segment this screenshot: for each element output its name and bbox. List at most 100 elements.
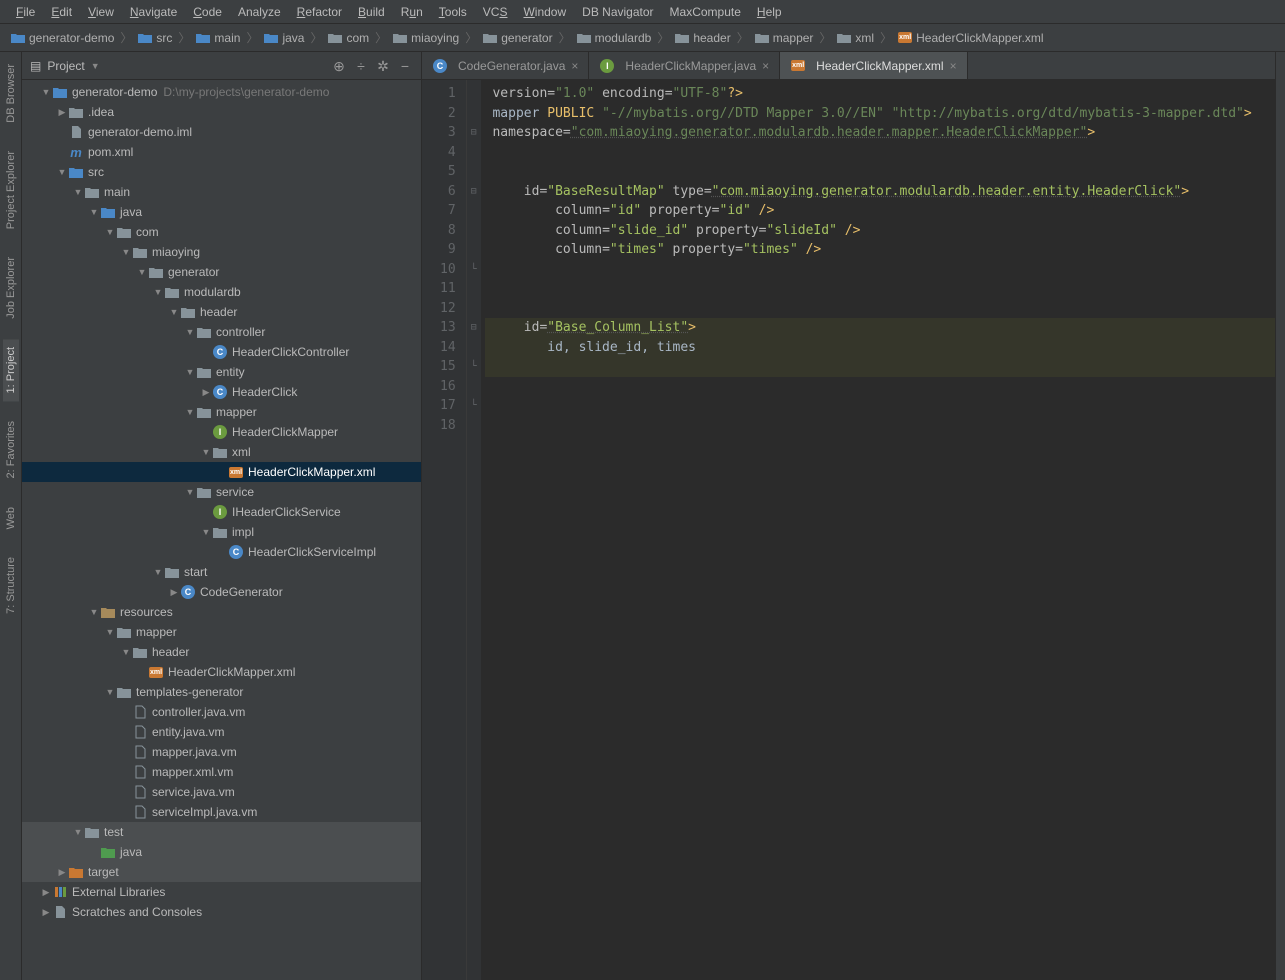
tree-item[interactable]: CHeaderClickServiceImpl	[22, 542, 421, 562]
tree-arrow-icon[interactable]: ▼	[200, 446, 212, 458]
tree-item[interactable]: ▼header	[22, 642, 421, 662]
tree-arrow-icon[interactable]: ▶	[200, 386, 212, 398]
tree-arrow-icon[interactable]	[120, 766, 132, 778]
breadcrumb-item[interactable]: xml	[834, 30, 877, 46]
tree-arrow-icon[interactable]	[120, 746, 132, 758]
code-line[interactable]: column="times" property="times" />	[485, 240, 1275, 260]
code-line[interactable]: id="BaseResultMap" type="com.miaoying.ge…	[485, 182, 1275, 202]
breadcrumb-item[interactable]: mapper	[752, 30, 817, 46]
tree-item[interactable]: entity.java.vm	[22, 722, 421, 742]
tree-item[interactable]: ▼generator	[22, 262, 421, 282]
tree-item[interactable]: ▶CCodeGenerator	[22, 582, 421, 602]
tree-item[interactable]: ▼mapper	[22, 622, 421, 642]
tree-item[interactable]: ▼resources	[22, 602, 421, 622]
menu-build[interactable]: Build	[350, 3, 393, 21]
tree-item[interactable]: CHeaderClickController	[22, 342, 421, 362]
tree-arrow-icon[interactable]: ▼	[184, 326, 196, 338]
tree-item[interactable]: IIHeaderClickService	[22, 502, 421, 522]
tree-item[interactable]: generator-demo.iml	[22, 122, 421, 142]
tree-arrow-icon[interactable]: ▶	[168, 586, 180, 598]
tree-arrow-icon[interactable]: ▼	[104, 626, 116, 638]
menu-db navigator[interactable]: DB Navigator	[574, 3, 661, 21]
tree-arrow-icon[interactable]: ▼	[200, 526, 212, 538]
tree-arrow-icon[interactable]: ▶	[40, 886, 52, 898]
code-line[interactable]: column="slide_id" property="slideId" />	[485, 221, 1275, 241]
close-icon[interactable]: ×	[762, 59, 769, 73]
tree-arrow-icon[interactable]: ▼	[136, 266, 148, 278]
project-tree[interactable]: ▼generator-demoD:\my-projects\generator-…	[22, 80, 421, 980]
tree-item[interactable]: ▶.idea	[22, 102, 421, 122]
tree-item[interactable]: ▶Scratches and Consoles	[22, 902, 421, 922]
code-line[interactable]: id, slide_id, times	[485, 338, 1275, 358]
tree-item[interactable]: ▼modulardb	[22, 282, 421, 302]
tree-arrow-icon[interactable]: ▼	[88, 206, 100, 218]
menu-analyze[interactable]: Analyze	[230, 3, 289, 21]
tree-arrow-icon[interactable]: ▼	[152, 286, 164, 298]
fold-gutter[interactable]: ⊟⊟└⊟└└	[467, 80, 481, 980]
code-line[interactable]	[485, 377, 1275, 397]
editor-tab[interactable]: IHeaderClickMapper.java×	[589, 52, 780, 79]
tool-window-job-explorer[interactable]: Job Explorer	[3, 249, 19, 327]
project-panel-title[interactable]: Project	[47, 59, 84, 73]
tree-arrow-icon[interactable]: ▼	[152, 566, 164, 578]
tree-item[interactable]: ▼start	[22, 562, 421, 582]
breadcrumb-item[interactable]: generator-demo	[8, 30, 117, 46]
close-icon[interactable]: ×	[571, 59, 578, 73]
tree-arrow-icon[interactable]	[120, 726, 132, 738]
code-line[interactable]: version="1.0" encoding="UTF-8"?>	[485, 84, 1275, 104]
tree-item[interactable]: ▼templates-generator	[22, 682, 421, 702]
editor-tab[interactable]: CCodeGenerator.java×	[422, 52, 589, 79]
tree-arrow-icon[interactable]: ▼	[184, 366, 196, 378]
code-line[interactable]: column="id" property="id" />	[485, 201, 1275, 221]
panel-tool[interactable]: ÷	[353, 58, 369, 74]
breadcrumb-item[interactable]: generator	[480, 30, 555, 46]
tree-item[interactable]: xmlHeaderClickMapper.xml	[22, 662, 421, 682]
code-line[interactable]	[485, 396, 1275, 416]
tree-item[interactable]: ▼xml	[22, 442, 421, 462]
menu-vcs[interactable]: VCS	[475, 3, 516, 21]
tree-item[interactable]: ▶CHeaderClick	[22, 382, 421, 402]
tree-arrow-icon[interactable]	[120, 706, 132, 718]
tree-arrow-icon[interactable]	[216, 466, 228, 478]
tree-arrow-icon[interactable]	[56, 126, 68, 138]
breadcrumb-item[interactable]: main	[193, 30, 243, 46]
code-line[interactable]	[485, 279, 1275, 299]
tree-arrow-icon[interactable]	[56, 146, 68, 158]
breadcrumb-item[interactable]: miaoying	[390, 30, 462, 46]
tree-arrow-icon[interactable]	[88, 846, 100, 858]
code-line[interactable]: mapper PUBLIC "-//mybatis.org//DTD Mappe…	[485, 104, 1275, 124]
tree-arrow-icon[interactable]	[120, 806, 132, 818]
tree-item[interactable]: ▼mapper	[22, 402, 421, 422]
menu-run[interactable]: Run	[393, 3, 431, 21]
code-editor[interactable]: version="1.0" encoding="UTF-8"?> mapper …	[481, 80, 1275, 980]
tool-window-web[interactable]: Web	[3, 499, 19, 537]
tree-item[interactable]: ▶External Libraries	[22, 882, 421, 902]
tree-arrow-icon[interactable]: ▶	[56, 866, 68, 878]
tree-arrow-icon[interactable]: ▶	[56, 106, 68, 118]
tree-item[interactable]: ▼src	[22, 162, 421, 182]
tool-window----structure[interactable]: 7: Structure	[3, 549, 19, 622]
tree-item[interactable]: IHeaderClickMapper	[22, 422, 421, 442]
tree-item[interactable]: xmlHeaderClickMapper.xml	[22, 462, 421, 482]
tool-window-project-explorer[interactable]: Project Explorer	[3, 143, 19, 237]
code-line[interactable]: namespace="com.miaoying.generator.modula…	[485, 123, 1275, 143]
tree-item[interactable]: controller.java.vm	[22, 702, 421, 722]
tree-item[interactable]: mapper.xml.vm	[22, 762, 421, 782]
tree-item[interactable]: service.java.vm	[22, 782, 421, 802]
tree-item[interactable]: mpom.xml	[22, 142, 421, 162]
code-line[interactable]	[485, 299, 1275, 319]
breadcrumb-item[interactable]: modulardb	[574, 30, 655, 46]
tree-arrow-icon[interactable]: ▼	[56, 166, 68, 178]
tree-arrow-icon[interactable]	[120, 786, 132, 798]
code-line[interactable]: id="Base_Column_List">	[485, 318, 1275, 338]
tree-item[interactable]: ▼header	[22, 302, 421, 322]
tree-item[interactable]: ▼miaoying	[22, 242, 421, 262]
code-line[interactable]	[485, 143, 1275, 163]
panel-tool[interactable]: −	[397, 58, 413, 74]
tree-arrow-icon[interactable]: ▼	[72, 186, 84, 198]
menu-tools[interactable]: Tools	[431, 3, 475, 21]
code-line[interactable]	[485, 357, 1275, 377]
breadcrumb-item[interactable]: com	[325, 30, 372, 46]
tree-item[interactable]: ▼java	[22, 202, 421, 222]
tree-arrow-icon[interactable]: ▼	[104, 686, 116, 698]
